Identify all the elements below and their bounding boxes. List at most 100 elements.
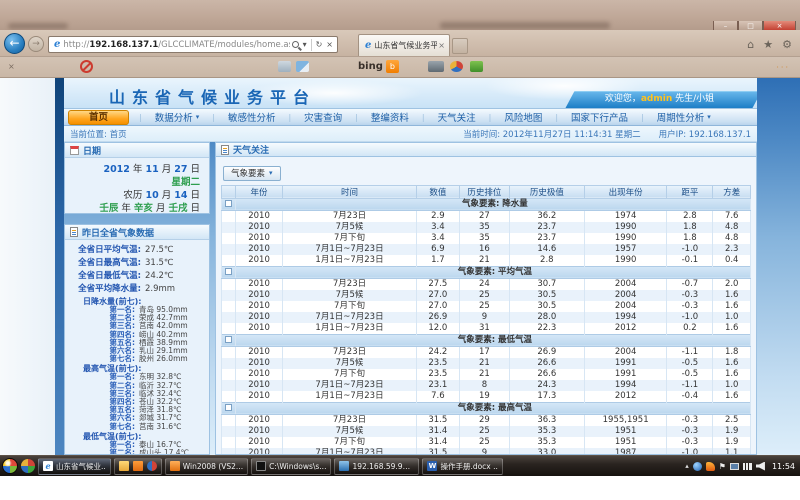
search-icon[interactable] (292, 41, 299, 48)
table-cell: 7月5候 (283, 426, 416, 437)
row-select-cell (222, 301, 236, 312)
table-cell: 1990 (584, 255, 667, 267)
pinned-app-icon[interactable] (21, 459, 35, 473)
table-cell: 1994 (584, 380, 667, 391)
taskbar-button-rdp[interactable]: 192.168.59.99... (334, 458, 419, 475)
orange-app-icon[interactable] (133, 461, 143, 471)
taskbar-button-cmd[interactable]: C:\Windows\s... (251, 458, 331, 475)
explorer-folder-icon[interactable] (119, 461, 129, 471)
table-cell: 1.8 (667, 222, 713, 233)
addon-bar-close-icon[interactable]: × (8, 62, 15, 71)
network-globe-icon[interactable] (693, 462, 702, 471)
weather-panel-header: 昨日全省气象数据 (65, 225, 209, 240)
network-bars-icon[interactable] (743, 463, 752, 470)
puzzle-addon-icon[interactable] (470, 61, 483, 72)
table-cell: 1990 (584, 233, 667, 244)
nav-item-0[interactable]: 首页 (68, 110, 129, 125)
table-cell: 2010 (235, 358, 283, 369)
bing-label: bing (358, 61, 383, 72)
section-label: 气象要素: 平均气温 (235, 266, 750, 278)
table-cell: 1.7 (416, 255, 459, 267)
tray-expand-icon[interactable]: ▴ (685, 462, 689, 470)
taskbar-button-vm[interactable]: Win2008 (VS2... (165, 458, 248, 475)
nav-item-4[interactable]: 整编资料 (358, 110, 422, 124)
weather-label: 全省日最高气温: (69, 257, 141, 270)
new-tab-button[interactable] (452, 38, 468, 54)
breadcrumb: 当前位置: 首页 (70, 128, 127, 140)
table-row: 20107月5候3.43523.719901.84.8 (222, 222, 751, 233)
table-cell: 7月下旬 (283, 301, 416, 312)
table-cell: 1994 (584, 312, 667, 323)
flame-app-icon[interactable] (706, 462, 715, 471)
table-header-row: 年份时间数值历史排位历史极值出现年份距平方差 (222, 185, 751, 198)
back-button[interactable]: ← (4, 33, 25, 54)
table-cell: 2.8 (509, 255, 584, 267)
taskbar-clock[interactable]: 11:54 (769, 462, 795, 471)
expand-toggle-icon[interactable] (225, 404, 232, 411)
media-app-icon[interactable] (450, 61, 463, 72)
nav-item-label: 天气关注 (438, 110, 476, 124)
taskbar-button-label: 192.168.59.99... (352, 462, 414, 471)
blocked-content-icon[interactable] (80, 60, 93, 73)
table-cell: 1991 (584, 369, 667, 380)
expand-toggle-icon[interactable] (225, 200, 232, 207)
bing-search-icon[interactable]: b (386, 60, 399, 73)
taskbar-button-ie[interactable]: e山东省气候业.. (38, 458, 111, 475)
table-cell: 27 (460, 210, 510, 222)
camera-icon[interactable] (428, 61, 444, 72)
start-button[interactable] (2, 458, 18, 474)
nav-item-8[interactable]: 周期性分析▾ (644, 110, 724, 124)
nav-item-2[interactable]: 敏感性分析 (215, 110, 289, 124)
table-cell: 6.9 (416, 244, 459, 255)
nav-item-1[interactable]: 数据分析▾ (142, 110, 213, 124)
weather-label: 第七名: (69, 355, 135, 363)
page-favicon: e (54, 39, 60, 50)
display-icon[interactable] (730, 463, 739, 470)
tools-gear-icon[interactable]: ⚙ (782, 38, 792, 51)
table-cell: 1987 (584, 448, 667, 456)
address-bar[interactable]: e http://192.168.137.1/GLCCLIMATE/module… (48, 36, 338, 53)
nav-item-label: 数据分析 (155, 110, 193, 124)
action-center-flag-icon[interactable]: ⚑ (719, 462, 726, 471)
speaker-icon[interactable] (756, 462, 765, 471)
message-icon[interactable] (296, 61, 309, 72)
nav-item-3[interactable]: 灾害查询 (291, 110, 355, 124)
table-cell: 2010 (235, 369, 283, 380)
taskbar-button-word[interactable]: W操作手册.docx .. (422, 458, 502, 475)
weather-label: 全省平均降水量: (69, 283, 141, 296)
weather-value: 莒南 31.6℃ (139, 423, 182, 431)
home-icon[interactable]: ⌂ (747, 38, 754, 51)
table-cell: 1.6 (713, 358, 751, 369)
browser-command-bar (0, 57, 800, 78)
nav-item-5[interactable]: 天气关注 (425, 110, 489, 124)
section-header-row: 气象要素: 降水量 (222, 198, 751, 210)
table-cell: 23.5 (416, 369, 459, 380)
tab-close-icon[interactable]: × (437, 41, 446, 50)
mail-icon[interactable] (278, 61, 291, 72)
search-dropdown-icon[interactable]: ▾ (303, 40, 307, 49)
forward-button[interactable]: → (28, 36, 44, 52)
overflow-menu-icon[interactable]: ··· (776, 63, 790, 72)
bing-toolbar-logo[interactable]: bing b (358, 60, 399, 73)
table-row: 20107月下旬23.52126.61991-0.51.6 (222, 369, 751, 380)
table-cell: 1月1日~7月23日 (283, 391, 416, 403)
expand-toggle-icon[interactable] (225, 268, 232, 275)
table-cell: -0.7 (667, 278, 713, 290)
expand-toggle-icon[interactable] (225, 336, 232, 343)
media-player-icon[interactable] (147, 461, 157, 471)
table-cell: 1.0 (713, 380, 751, 391)
table-cell: 31.5 (416, 414, 459, 426)
table-cell: -1.1 (667, 346, 713, 358)
nav-item-6[interactable]: 风险地图 (491, 110, 555, 124)
refresh-icon[interactable]: ↻ (316, 40, 323, 49)
browser-tab[interactable]: e 山东省气候业务平... × (358, 34, 450, 56)
row-select-cell (222, 312, 236, 323)
weather-stat-line: 全省日平均气温:27.5℃ (69, 244, 203, 257)
stop-icon[interactable]: × (326, 40, 333, 49)
table-cell: 17 (460, 346, 510, 358)
system-tray: ▴ ⚑ 11:54 (685, 462, 798, 471)
element-filter-button[interactable]: 气象要素 ▾ (223, 166, 281, 181)
favorites-star-icon[interactable]: ★ (763, 38, 773, 51)
table-cell: -0.3 (667, 301, 713, 312)
nav-item-7[interactable]: 国家下行产品 (558, 110, 641, 124)
